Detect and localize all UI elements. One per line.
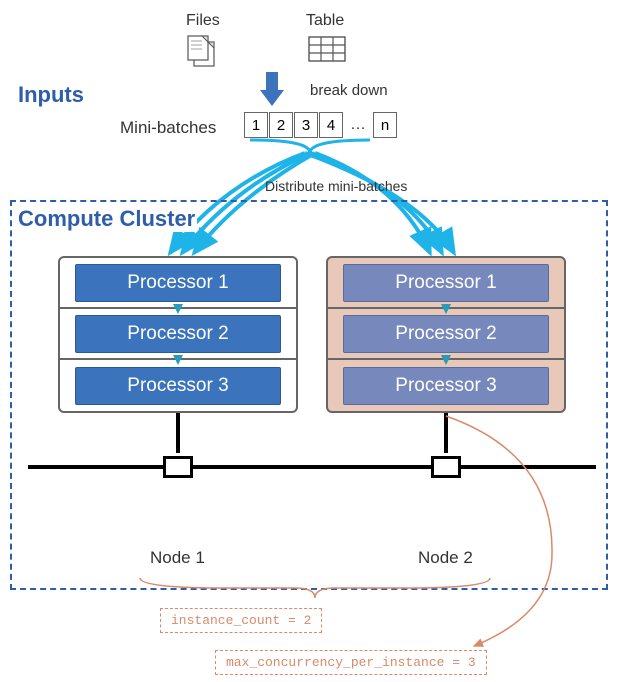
- down-arrow-icon: [256, 70, 288, 115]
- instance-count-box: instance_count = 2: [160, 608, 322, 633]
- minibatches-label: Mini-batches: [120, 118, 216, 138]
- server-stack: Processor 1 Processor 2 Processor 3: [58, 256, 298, 413]
- inputs-label: Inputs: [18, 82, 84, 108]
- node1-label: Node 1: [150, 548, 205, 568]
- processor-box: Processor 2: [75, 315, 281, 353]
- processor-box: Processor 1: [343, 264, 549, 302]
- server-stack: Processor 1 Processor 2 Processor 3: [326, 256, 566, 413]
- instance-brace-icon: [135, 576, 495, 611]
- processor-box: Processor 3: [75, 367, 281, 405]
- table-label: Table: [306, 12, 344, 30]
- server-node-1: Processor 1 Processor 2 Processor 3: [58, 256, 298, 483]
- files-icon: [184, 34, 224, 75]
- processor-row: Processor 1: [328, 258, 564, 309]
- batch-cell: 3: [294, 112, 318, 138]
- processor-down-arrow-icon: [439, 302, 453, 316]
- table-grid-icon: [308, 36, 346, 67]
- processor-box: Processor 1: [75, 264, 281, 302]
- batch-cell: 2: [269, 112, 293, 138]
- batch-dots: …: [350, 116, 366, 134]
- batch-cell: n: [373, 112, 397, 138]
- max-concurrency-box: max_concurrency_per_instance = 3: [215, 650, 487, 675]
- batch-cell: 4: [319, 112, 343, 138]
- processor-down-arrow-icon: [439, 353, 453, 367]
- cluster-label: Compute Cluster: [18, 206, 197, 232]
- processor-down-arrow-icon: [171, 302, 185, 316]
- distribute-label: Distribute mini-batches: [265, 178, 407, 194]
- processor-row: Processor 2: [60, 309, 296, 360]
- processor-box: Processor 3: [343, 367, 549, 405]
- processor-row: Processor 2: [328, 309, 564, 360]
- processor-down-arrow-icon: [171, 353, 185, 367]
- processor-row: Processor 1: [60, 258, 296, 309]
- processor-row: Processor 3: [328, 360, 564, 411]
- processor-row: Processor 3: [60, 360, 296, 411]
- max-concurrency-arrow-icon: [444, 414, 564, 659]
- files-label: Files: [186, 12, 220, 30]
- batch-cell: 1: [244, 112, 268, 138]
- break-down-label: break down: [310, 82, 388, 99]
- server-stand: [176, 413, 180, 453]
- batch-boxes: 1 2 3 4 … n: [244, 112, 397, 138]
- server-base: [58, 453, 298, 483]
- processor-box: Processor 2: [343, 315, 549, 353]
